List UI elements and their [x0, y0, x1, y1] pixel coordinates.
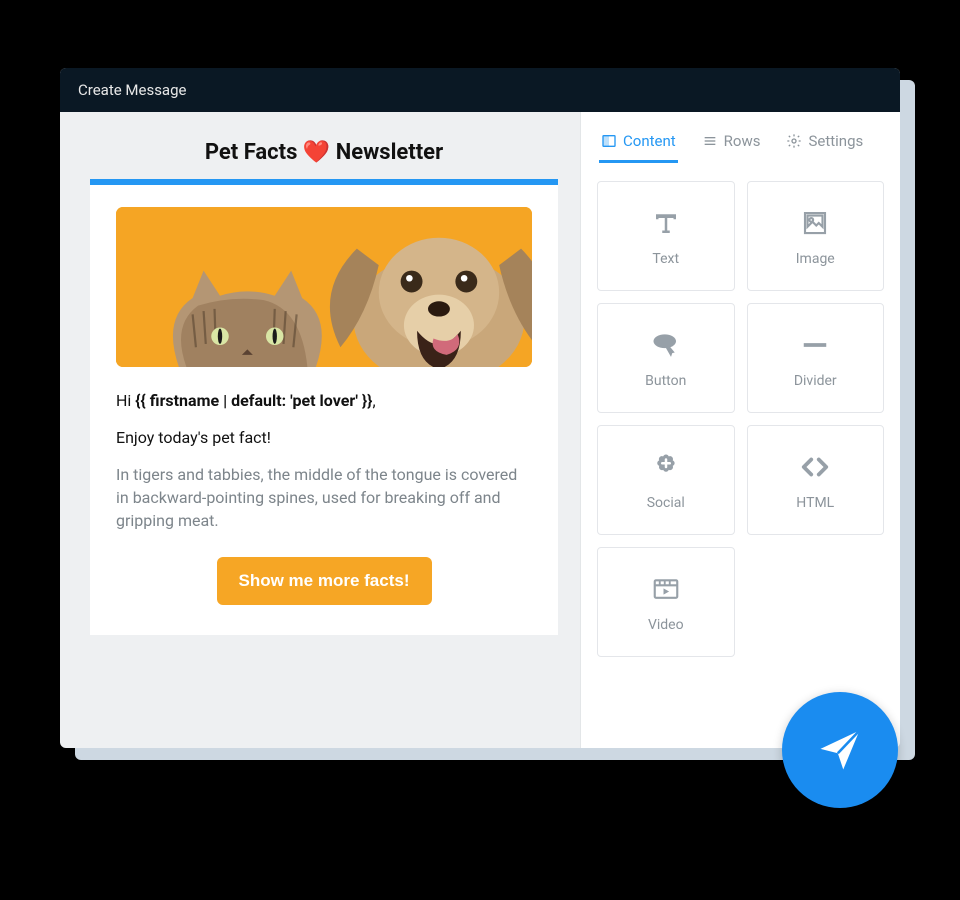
block-text[interactable]: Text	[597, 181, 735, 291]
video-icon	[648, 571, 684, 607]
greeting-variable: {{ firstname | default: 'pet lover' }}	[135, 391, 372, 410]
block-social[interactable]: Social	[597, 425, 735, 535]
greeting-line[interactable]: Hi {{ firstname | default: 'pet lover' }…	[116, 391, 532, 410]
pets-illustration	[116, 207, 532, 367]
block-video-label: Video	[648, 617, 684, 633]
send-fab[interactable]	[782, 692, 898, 808]
block-divider[interactable]: Divider	[747, 303, 885, 413]
block-text-label: Text	[652, 251, 679, 267]
gear-icon	[786, 133, 802, 149]
tab-content[interactable]: Content	[599, 128, 678, 163]
app-window: Create Message Pet Facts ❤️ Newsletter	[60, 68, 900, 748]
titlebar: Create Message	[60, 68, 900, 112]
tab-content-label: Content	[623, 132, 676, 150]
tab-settings-label: Settings	[808, 132, 863, 150]
cta-button[interactable]: Show me more facts!	[217, 557, 432, 605]
html-icon	[797, 449, 833, 485]
block-divider-label: Divider	[794, 373, 837, 389]
rows-icon	[702, 133, 718, 149]
text-icon	[648, 205, 684, 241]
block-html-label: HTML	[796, 495, 834, 511]
tab-rows-label: Rows	[724, 132, 761, 150]
intro-line[interactable]: Enjoy today's pet fact!	[116, 428, 532, 447]
sidebar-tabs: Content Rows Settings	[597, 122, 884, 163]
cta-wrap: Show me more facts!	[116, 557, 532, 605]
divider-icon	[797, 327, 833, 363]
paper-plane-icon	[814, 724, 866, 776]
social-icon	[648, 449, 684, 485]
greeting-hi: Hi	[116, 391, 135, 410]
button-icon	[648, 327, 684, 363]
block-image[interactable]: Image	[747, 181, 885, 291]
block-button[interactable]: Button	[597, 303, 735, 413]
fact-paragraph[interactable]: In tigers and tabbies, the middle of the…	[116, 463, 532, 533]
greeting-comma: ,	[372, 391, 375, 410]
content-blocks-grid: Text Image Button	[597, 181, 884, 657]
title-suffix: Newsletter	[336, 140, 443, 165]
block-video[interactable]: Video	[597, 547, 735, 657]
preview-pane: Pet Facts ❤️ Newsletter	[60, 112, 580, 748]
tab-rows[interactable]: Rows	[700, 128, 763, 163]
image-icon	[797, 205, 833, 241]
tab-settings[interactable]: Settings	[784, 128, 865, 163]
hero-image[interactable]	[116, 207, 532, 367]
block-image-label: Image	[796, 251, 835, 267]
app-body: Pet Facts ❤️ Newsletter	[60, 112, 900, 748]
newsletter-title: Pet Facts ❤️ Newsletter	[90, 128, 558, 179]
window-title: Create Message	[78, 81, 186, 99]
sidebar: Content Rows Settings Text	[580, 112, 900, 748]
title-prefix: Pet Facts	[205, 140, 298, 165]
block-button-label: Button	[645, 373, 686, 389]
block-social-label: Social	[647, 495, 685, 511]
block-html[interactable]: HTML	[747, 425, 885, 535]
content-icon	[601, 133, 617, 149]
heart-icon: ❤️	[303, 140, 330, 165]
email-canvas[interactable]: Hi {{ firstname | default: 'pet lover' }…	[90, 179, 558, 635]
